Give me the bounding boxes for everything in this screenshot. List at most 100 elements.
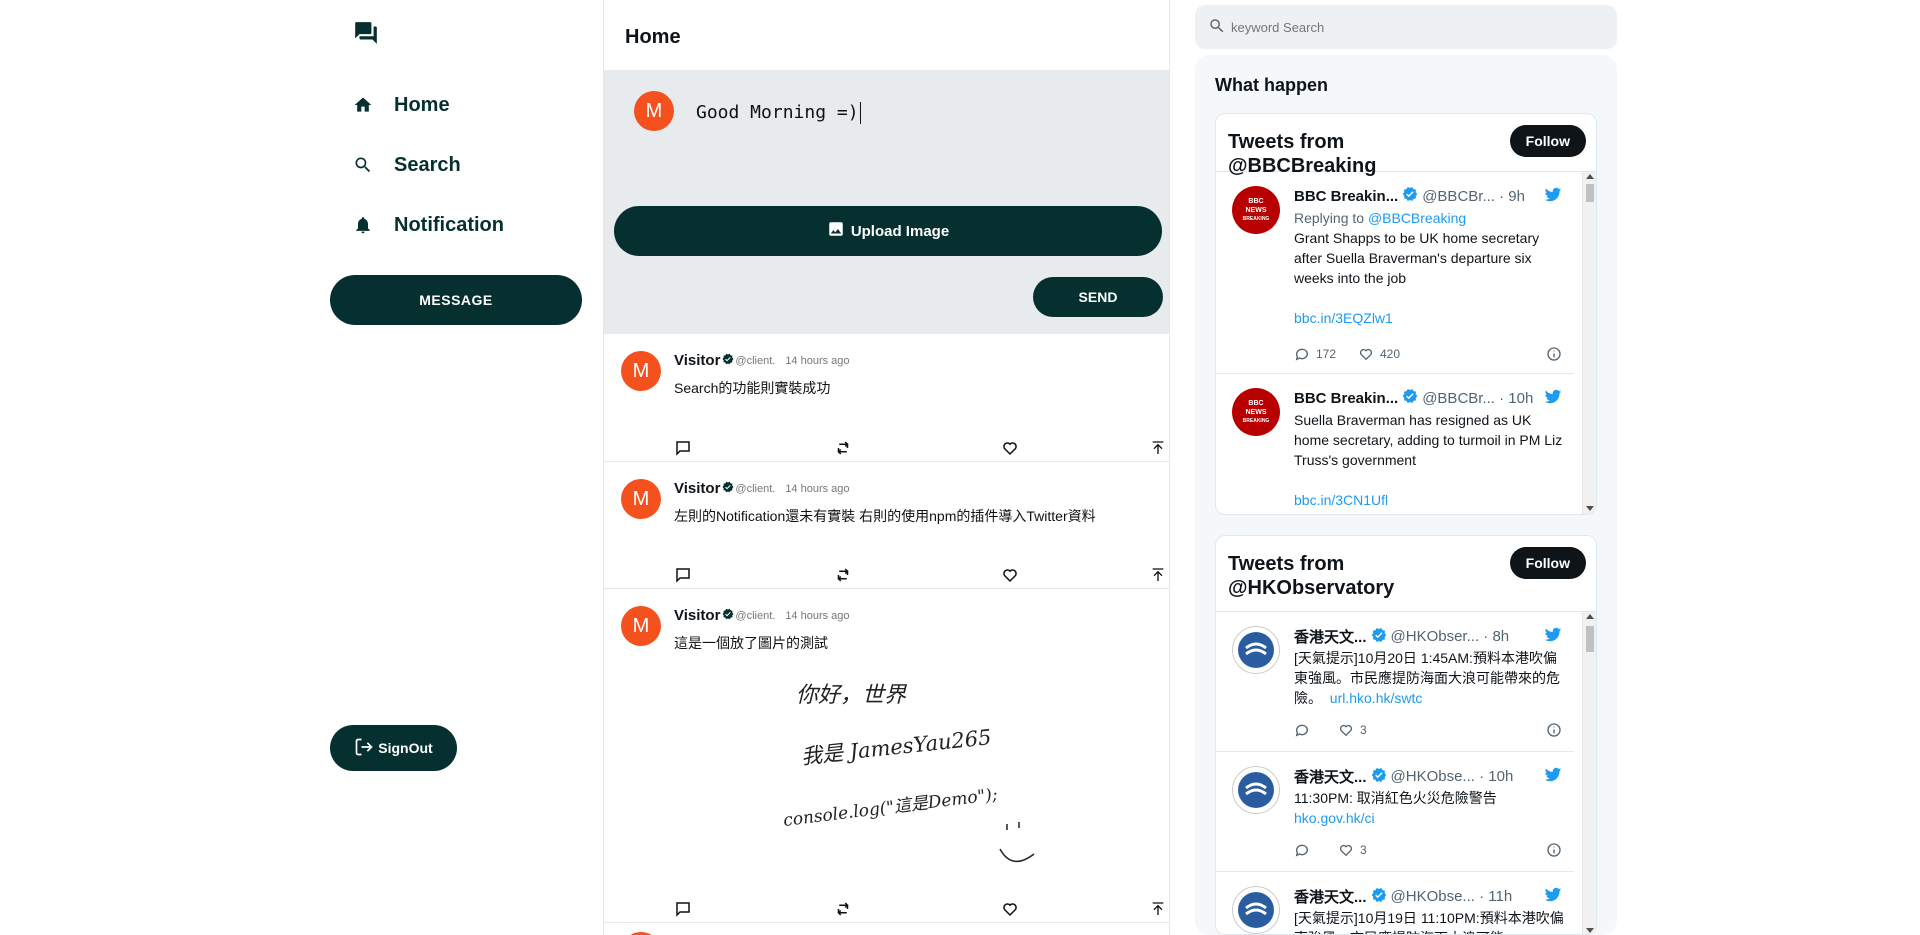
send-button[interactable]: SEND — [1033, 277, 1163, 317]
message-button[interactable]: MESSAGE — [330, 275, 582, 325]
nav-search[interactable]: Search — [352, 145, 461, 185]
retweet-icon[interactable] — [834, 439, 852, 462]
like-icon[interactable] — [1001, 439, 1019, 462]
tweet-time: · 11h — [1479, 888, 1513, 905]
timeline-title: Tweets from @HKObservatory — [1228, 553, 1395, 599]
tweet-link[interactable]: bbc.in/3EQZlw1 — [1294, 308, 1564, 328]
tweet-text: Grant Shapps to be UK home secretary aft… — [1294, 230, 1540, 286]
search-input[interactable] — [1231, 15, 1591, 39]
tweet-item[interactable]: BBC NEWS BREAKING BBC Breakin... @BBCBr...… — [1216, 374, 1574, 514]
post-author: Visitor — [674, 352, 721, 369]
tweet-item[interactable]: BBC NEWS BREAKING BBC Breakin... @BBCBr...… — [1216, 172, 1574, 374]
tweet-header: BBC Breakin... @BBCBr... · 9h — [1294, 186, 1525, 206]
share-icon[interactable] — [1150, 566, 1166, 589]
search-icon — [1208, 17, 1226, 40]
reply-to-link[interactable]: @BBCBreaking — [1368, 210, 1466, 226]
tweet-item[interactable]: 香港天文... @HKObse... · 10h 11:30PM: 取消紅色火災… — [1216, 752, 1574, 872]
tweet-text: 11:30PM: 取消紅色火災危險警告 — [1294, 790, 1497, 806]
like-action[interactable]: 3 — [1338, 842, 1367, 858]
follow-button[interactable]: Follow — [1509, 547, 1586, 579]
signout-button[interactable]: SignOut — [330, 725, 457, 771]
post-item: M Visitor @client. 14 hours ago Search的功… — [604, 334, 1169, 462]
tweet-author: BBC Breakin... — [1294, 389, 1399, 407]
scroll-up-icon[interactable] — [1586, 174, 1594, 179]
twitter-bird-icon[interactable] — [1544, 186, 1562, 209]
tweet-author: 香港天文... — [1294, 629, 1367, 646]
like-icon[interactable] — [1001, 566, 1019, 589]
scroll-thumb[interactable] — [1586, 184, 1594, 202]
like-action[interactable]: 3 — [1338, 722, 1367, 738]
like-icon[interactable] — [1001, 900, 1019, 923]
timeline-bbc: Tweets from @BBCBreaking Follow BBC NEWS B… — [1215, 113, 1597, 515]
comment-icon[interactable] — [674, 439, 692, 462]
search-box — [1195, 5, 1617, 49]
tweet-item[interactable]: 香港天文... @HKObser... · 8h [天氣提示]10月20日 1:… — [1216, 612, 1574, 752]
tweet-link[interactable]: hko.gov.hk/ci — [1294, 808, 1564, 828]
tweet-reply-line: Replying to @BBCBreaking — [1294, 208, 1564, 228]
post-header: Visitor @client. 14 hours ago — [674, 607, 850, 624]
timeline-header: Tweets from @HKObservatory Follow — [1216, 536, 1596, 612]
twitter-bird-icon[interactable] — [1544, 626, 1562, 649]
chat-logo-icon[interactable] — [352, 20, 380, 46]
upload-image-button[interactable]: Upload Image — [614, 206, 1162, 256]
timeline-scrollbar[interactable] — [1582, 172, 1596, 514]
verified-icon — [1402, 388, 1418, 408]
bell-icon — [352, 214, 374, 236]
verified-icon — [722, 608, 734, 623]
verified-icon — [1371, 887, 1387, 907]
nav-home-label: Home — [394, 93, 450, 116]
info-icon[interactable] — [1546, 346, 1562, 362]
scroll-up-icon[interactable] — [1586, 614, 1594, 619]
timeline-hko: Tweets from @HKObservatory Follow 香港天文..… — [1215, 535, 1597, 935]
hko-avatar-icon — [1232, 886, 1280, 934]
verified-icon — [722, 481, 734, 496]
bbc-avatar-icon: BBC NEWS BREAKING — [1232, 186, 1280, 234]
logout-icon — [354, 737, 374, 760]
reply-action[interactable] — [1294, 842, 1310, 858]
info-icon[interactable] — [1546, 722, 1562, 738]
retweet-icon[interactable] — [834, 900, 852, 923]
reply-prefix: Replying to — [1294, 210, 1368, 226]
text-caret — [859, 102, 861, 124]
nav-notification[interactable]: Notification — [352, 205, 504, 245]
upload-image-label: Upload Image — [850, 222, 950, 240]
reply-action[interactable]: 172 — [1294, 346, 1336, 362]
comment-icon[interactable] — [674, 900, 692, 923]
tweet-time: · 10h — [1479, 768, 1514, 785]
share-icon[interactable] — [1150, 900, 1166, 923]
timeline-scrollbar[interactable] — [1582, 612, 1596, 934]
tweet-handle: @BBCBr... — [1422, 389, 1495, 407]
tweet-header: BBC Breakin... @BBCBr... · 10h — [1294, 388, 1533, 408]
tweet-actions: 3 — [1294, 842, 1564, 862]
scroll-thumb[interactable] — [1586, 626, 1594, 652]
tweet-link[interactable]: url.hko.hk/swtc — [1330, 690, 1423, 706]
post-header: Visitor @client. 14 hours ago — [674, 480, 850, 497]
share-icon[interactable] — [1150, 439, 1166, 462]
post-author: Visitor — [674, 607, 721, 624]
what-happen-panel: What happen Tweets from @BBCBreaking Fol… — [1195, 55, 1617, 935]
tweet-header: 香港天文... @HKObser... · 8h — [1294, 626, 1509, 647]
tweet-time: · 8h — [1483, 628, 1510, 645]
tweet-header: 香港天文... @HKObse... · 10h — [1294, 766, 1513, 787]
twitter-bird-icon[interactable] — [1544, 886, 1562, 909]
post-actions — [674, 900, 1164, 923]
post-image[interactable]: 你好，世界 我是 JamesYau265 console.log("這是Demo… — [774, 664, 1074, 874]
tweet-text: Suella Braverman has resigned as UK home… — [1294, 412, 1563, 468]
verified-icon — [1371, 767, 1387, 787]
twitter-bird-icon[interactable] — [1544, 766, 1562, 789]
tweet-link[interactable]: bbc.in/3CN1Ufl — [1294, 490, 1564, 510]
like-action[interactable]: 420 — [1358, 346, 1400, 362]
like-count: 3 — [1360, 843, 1367, 857]
info-icon[interactable] — [1546, 842, 1562, 858]
scroll-down-icon[interactable] — [1586, 928, 1594, 933]
post-header: Visitor @client. 14 hours ago — [674, 352, 850, 369]
retweet-icon[interactable] — [834, 566, 852, 589]
follow-button[interactable]: Follow — [1509, 125, 1586, 157]
reply-action[interactable] — [1294, 722, 1310, 738]
comment-icon[interactable] — [674, 566, 692, 589]
scroll-down-icon[interactable] — [1586, 506, 1594, 511]
compose-input[interactable]: Good Morning =) — [696, 102, 861, 124]
nav-home[interactable]: Home — [352, 85, 450, 125]
tweet-item[interactable]: 香港天文... @HKObse... · 11h [天氣提示]10月19日 11… — [1216, 872, 1574, 934]
twitter-bird-icon[interactable] — [1544, 388, 1562, 411]
